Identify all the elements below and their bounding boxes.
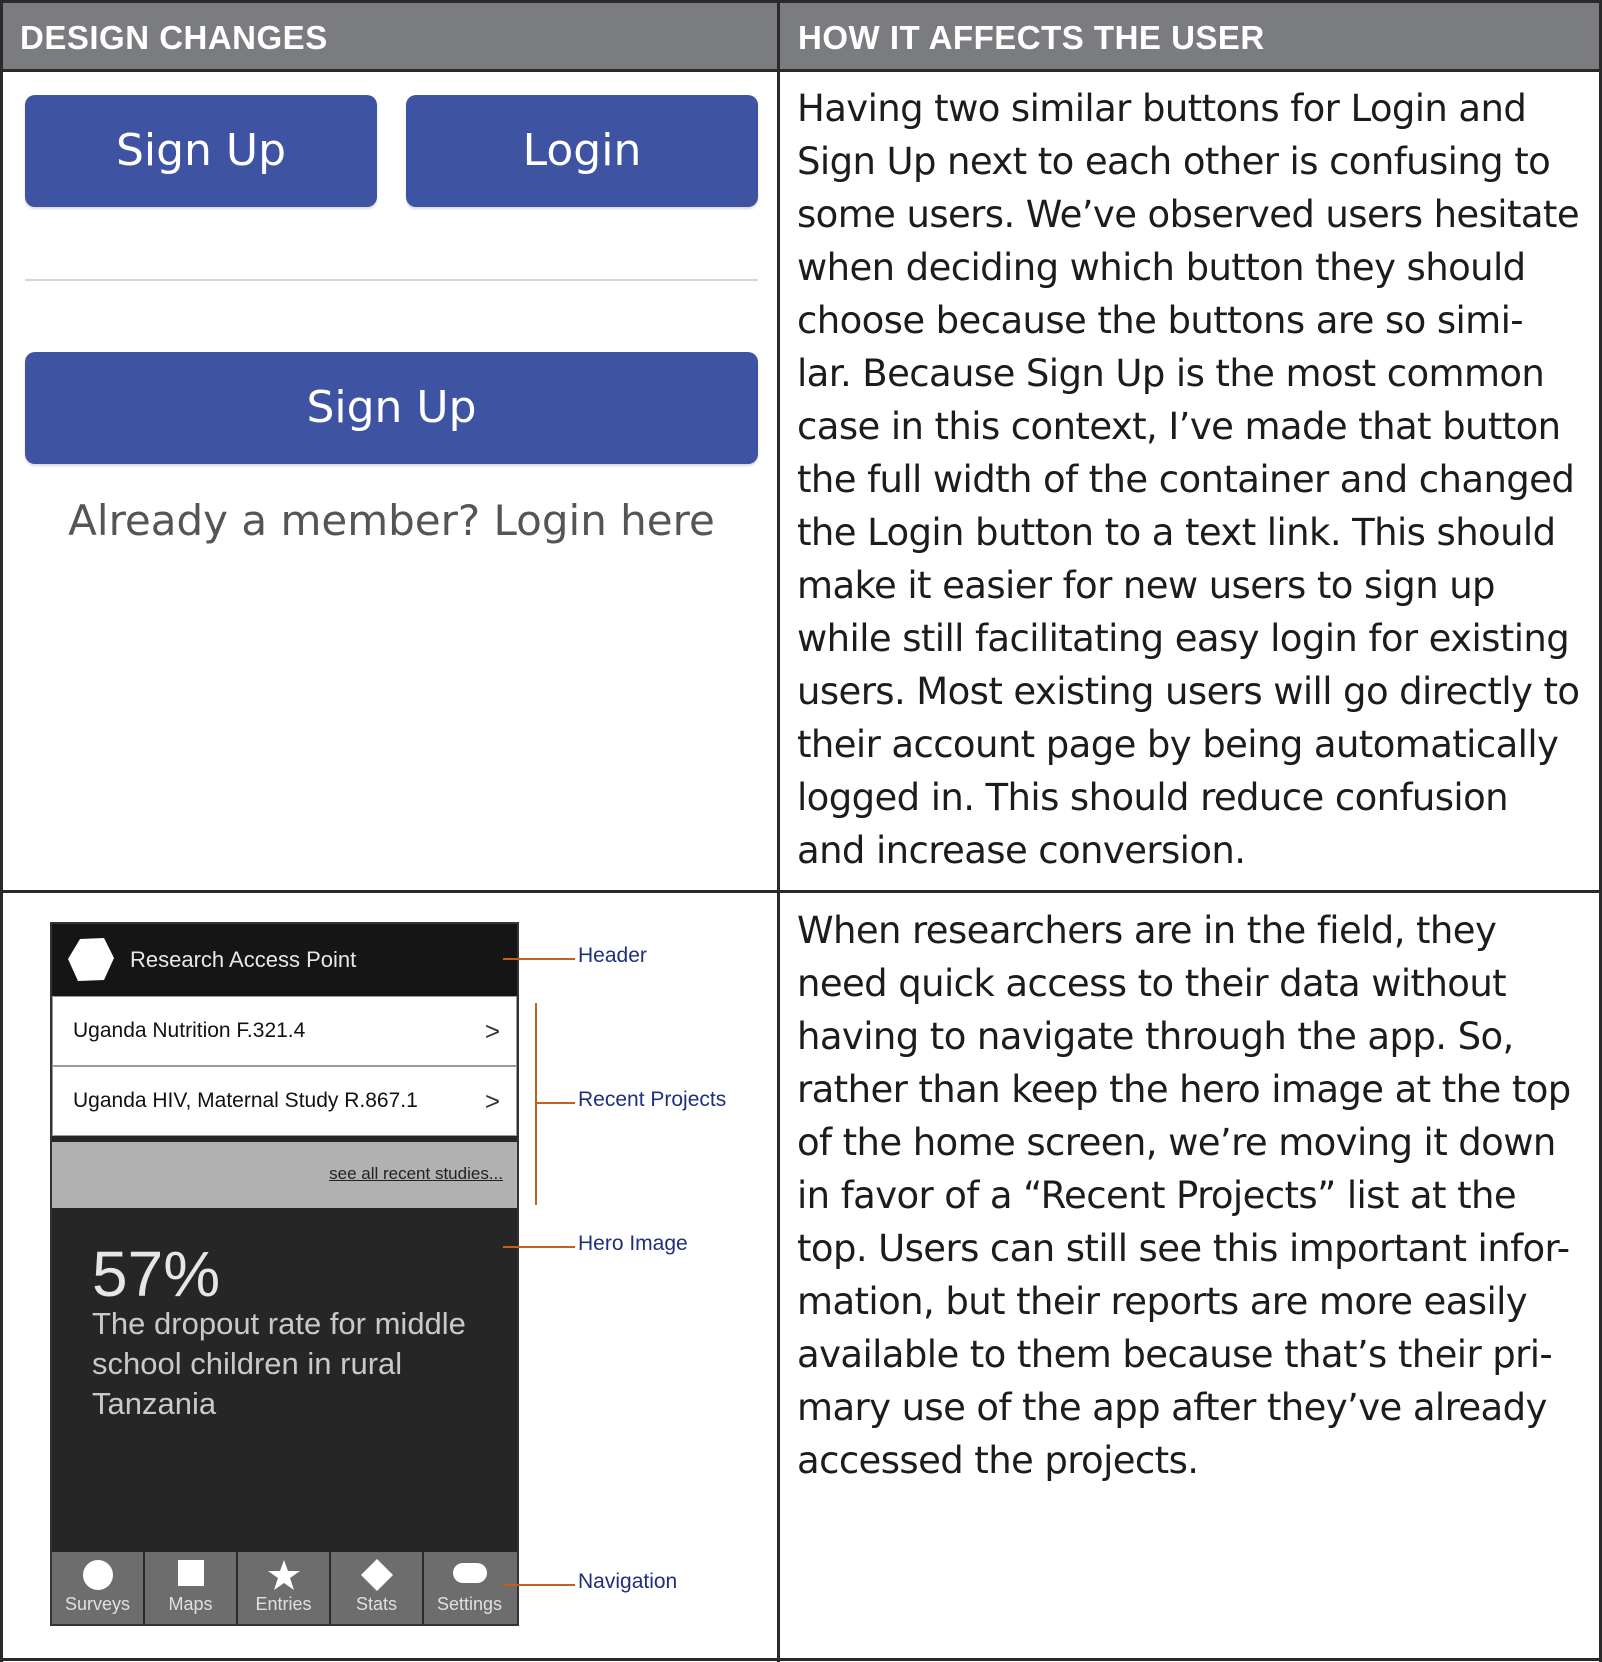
diamond-icon (331, 1558, 422, 1592)
header-how-it-affects: HOW IT AFFECTS THE USER (798, 19, 1265, 56)
nav-label: Entries (255, 1594, 312, 1614)
text-line: in favor of a “Recent Projects” list at … (797, 1174, 1517, 1217)
nav-maps[interactable]: Maps (145, 1552, 238, 1624)
border-under-header (0, 69, 1602, 72)
callout-hero-image: Hero Image (578, 1232, 688, 1255)
app-header: Research Access Point (52, 924, 517, 996)
square-icon (145, 1558, 236, 1592)
text-line: some users. We’ve observed users hesitat… (797, 193, 1580, 236)
nav-surveys[interactable]: Surveys (52, 1552, 145, 1624)
text-line: case in this context, I’ve made that but… (797, 405, 1561, 448)
chevron-right-icon: > (484, 1016, 500, 1046)
text-line: rather than keep the hero image at the t… (797, 1068, 1571, 1111)
after-signup-button[interactable]: Sign Up (25, 352, 758, 464)
before-signup-button[interactable]: Sign Up (25, 95, 377, 207)
app-title: Research Access Point (130, 947, 357, 972)
border-top (0, 0, 1602, 3)
header-design-changes: DESIGN CHANGES (20, 19, 328, 56)
text-line: need quick access to their data without (797, 962, 1507, 1005)
star-icon (238, 1558, 329, 1592)
text-line: the full width of the container and chan… (797, 458, 1575, 501)
chevron-right-icon: > (484, 1086, 500, 1116)
text-line: having to navigate through the app. So, (797, 1015, 1514, 1058)
text-line: When researchers are in the field, they (797, 909, 1497, 952)
callout-header: Header (578, 944, 647, 967)
project-row[interactable]: Uganda Nutrition F.321.4 > (52, 996, 517, 1066)
text-line: the Login button to a text link. This sh… (797, 511, 1556, 554)
text-line: choose because the buttons are so simi- (797, 299, 1524, 342)
text-line: their account page by being automaticall… (797, 723, 1559, 766)
text-line: make it easier for new users to sign up (797, 564, 1496, 607)
text-line: lar. Because Sign Up is the most common (797, 352, 1545, 395)
nav-label: Maps (168, 1594, 213, 1614)
text-line: and increase conversion. (797, 829, 1246, 872)
pill-icon (424, 1558, 515, 1592)
nav-stats[interactable]: Stats (331, 1552, 424, 1624)
circle-icon (52, 1558, 143, 1592)
text-line: mary use of the app after they’ve alread… (797, 1386, 1547, 1429)
login-here-link[interactable]: Already a member? Login here (25, 496, 758, 545)
callout-header-line (503, 958, 575, 960)
text-line: Sign Up next to each other is confusing … (797, 140, 1551, 183)
hexagon-logo-icon (66, 936, 116, 989)
text-line: while still facilitating easy login for … (797, 617, 1570, 660)
callout-hero-line (503, 1246, 575, 1248)
callout-recent-bracket (535, 1003, 537, 1205)
text-line: accessed the projects. (797, 1439, 1199, 1482)
text-line: of the home screen, we’re moving it down (797, 1121, 1556, 1164)
before-login-button[interactable]: Login (406, 95, 758, 207)
project-label: Uganda HIV, Maternal Study R.867.1 (73, 1089, 418, 1112)
nav-entries[interactable]: Entries (238, 1552, 331, 1624)
row2-explanation: When researchers are in the field, they … (797, 904, 1587, 1487)
text-line: Having two similar buttons for Login and (797, 87, 1527, 130)
callout-navigation-line (503, 1584, 575, 1586)
comparison-table: DESIGN CHANGES HOW IT AFFECTS THE USER S… (0, 0, 1602, 1662)
nav-label: Settings (436, 1594, 503, 1614)
text-line: mation, but their reports are more easil… (797, 1280, 1528, 1323)
row1-explanation: Having two similar buttons for Login and… (797, 82, 1587, 877)
project-row[interactable]: Uganda HIV, Maternal Study R.867.1 > (52, 1066, 517, 1136)
border-bottom (0, 1658, 1602, 1661)
text-line: users. Most existing users will go direc… (797, 670, 1580, 713)
hero-number: 57% (92, 1238, 221, 1310)
project-label: Uganda Nutrition F.321.4 (73, 1019, 306, 1042)
text-line: top. Users can still see this important … (797, 1227, 1570, 1270)
callout-navigation: Navigation (578, 1570, 678, 1593)
bottom-navigation: Surveys Maps Entries Stats Settings (52, 1552, 517, 1624)
nav-label: Surveys (64, 1594, 131, 1614)
border-column-divider (777, 0, 780, 1662)
border-row-divider (0, 890, 1602, 893)
text-line: when deciding which button they should (797, 246, 1526, 289)
text-line: logged in. This should reduce confusion (797, 776, 1509, 819)
see-all-bar: see all recent studies... (52, 1142, 517, 1208)
callout-recent-projects: Recent Projects (578, 1088, 727, 1111)
border-left (0, 0, 3, 1662)
text-line: available to them because that’s their p… (797, 1333, 1553, 1376)
phone-mockup: Research Access Point Uganda Nutrition F… (50, 922, 519, 1626)
nav-settings[interactable]: Settings (424, 1552, 515, 1624)
see-all-link[interactable]: see all recent studies... (329, 1164, 503, 1184)
hero-text: The dropout rate for middle school child… (92, 1306, 466, 1421)
callout-recent-line (535, 1102, 575, 1104)
mockup-divider (25, 279, 758, 281)
nav-label: Stats (355, 1594, 398, 1614)
table-header-row: DESIGN CHANGES HOW IT AFFECTS THE USER (0, 0, 1602, 72)
